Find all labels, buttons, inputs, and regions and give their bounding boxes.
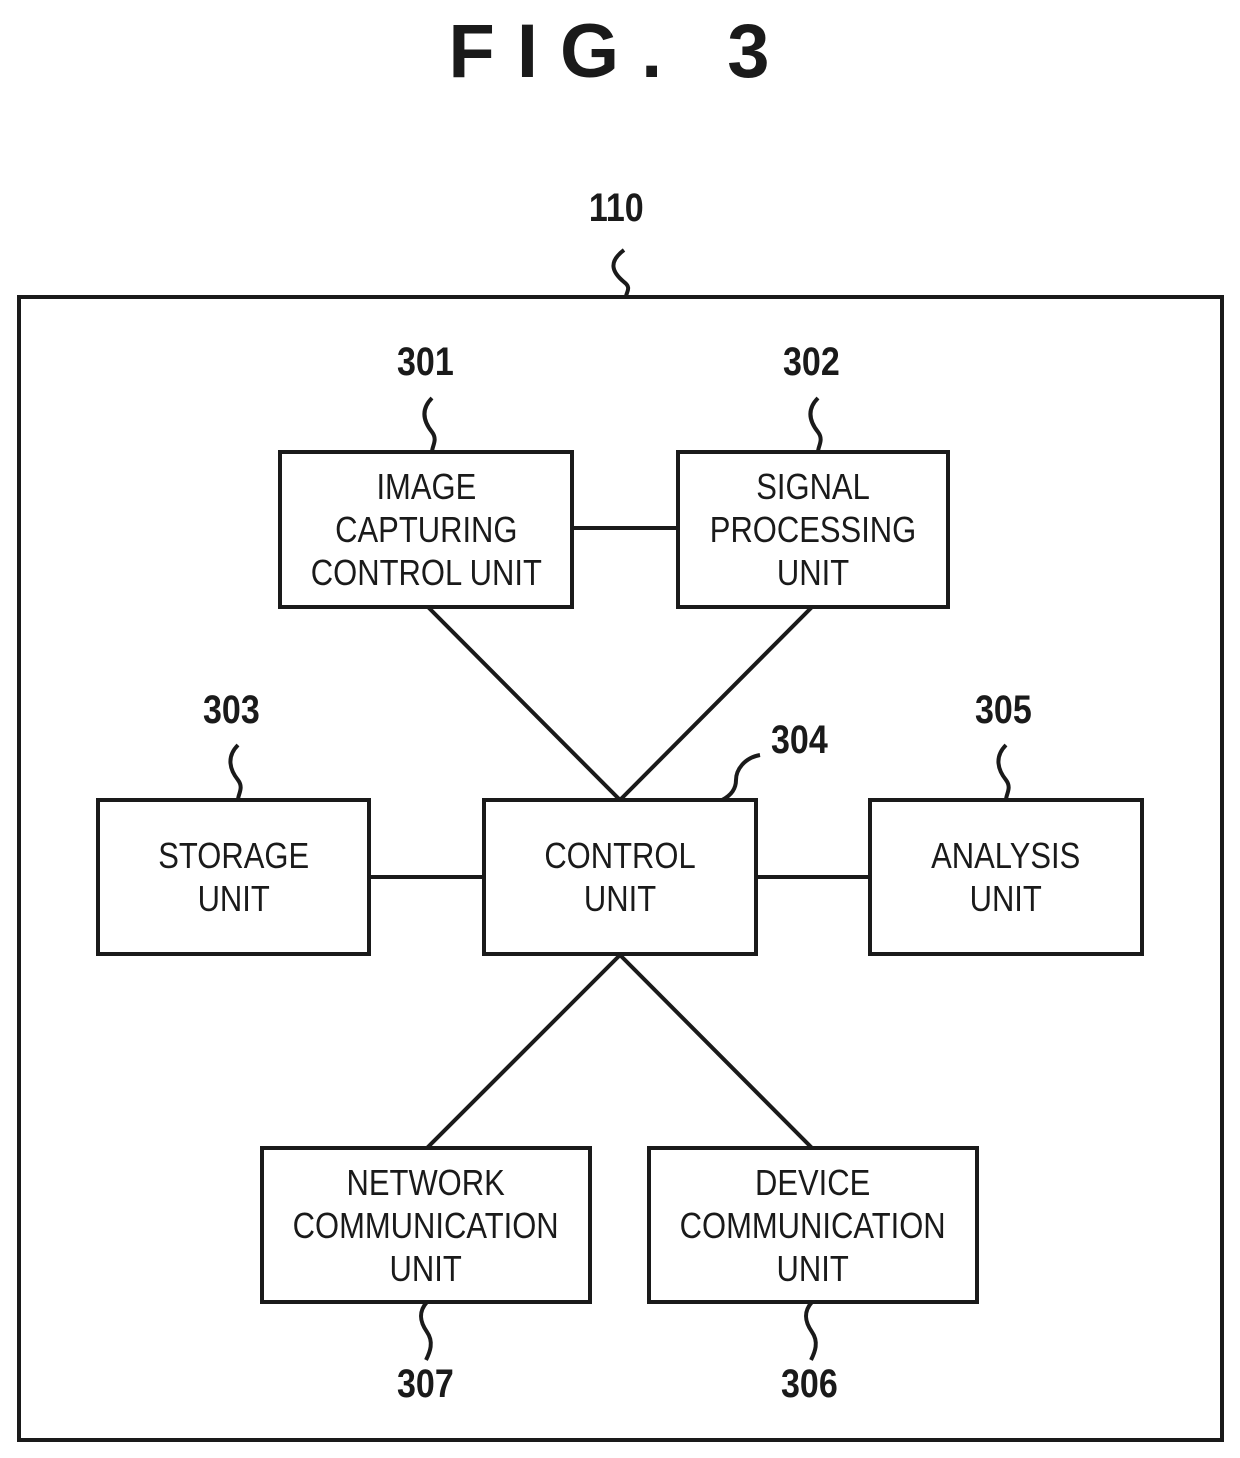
- block-label: CONTROL UNIT: [544, 835, 696, 919]
- block-label: DEVICE COMMUNICATION UNIT: [679, 1161, 947, 1289]
- block-network-communication-unit: NETWORK COMMUNICATION UNIT: [260, 1146, 592, 1304]
- ref-306: 306: [781, 1362, 838, 1406]
- ref-301: 301: [397, 340, 454, 384]
- block-device-communication-unit: DEVICE COMMUNICATION UNIT: [647, 1146, 979, 1304]
- leader-110: [611, 248, 631, 298]
- ref-302: 302: [783, 340, 840, 384]
- block-storage-unit: STORAGE UNIT: [96, 798, 371, 956]
- block-control-unit: CONTROL UNIT: [482, 798, 758, 956]
- ref-307: 307: [397, 1362, 454, 1406]
- ref-304: 304: [771, 718, 828, 762]
- block-label: ANALYSIS UNIT: [931, 835, 1081, 919]
- block-image-capturing-control-unit: IMAGE CAPTURING CONTROL UNIT: [278, 450, 574, 609]
- block-signal-processing-unit: SIGNAL PROCESSING UNIT: [676, 450, 950, 609]
- ref-305: 305: [975, 688, 1032, 732]
- block-label: IMAGE CAPTURING CONTROL UNIT: [310, 466, 542, 593]
- block-label: STORAGE UNIT: [158, 835, 309, 919]
- block-label: SIGNAL PROCESSING UNIT: [709, 466, 917, 593]
- block-analysis-unit: ANALYSIS UNIT: [868, 798, 1144, 956]
- ref-303: 303: [203, 688, 260, 732]
- ref-110: 110: [588, 186, 644, 230]
- block-label: NETWORK COMMUNICATION UNIT: [292, 1161, 560, 1289]
